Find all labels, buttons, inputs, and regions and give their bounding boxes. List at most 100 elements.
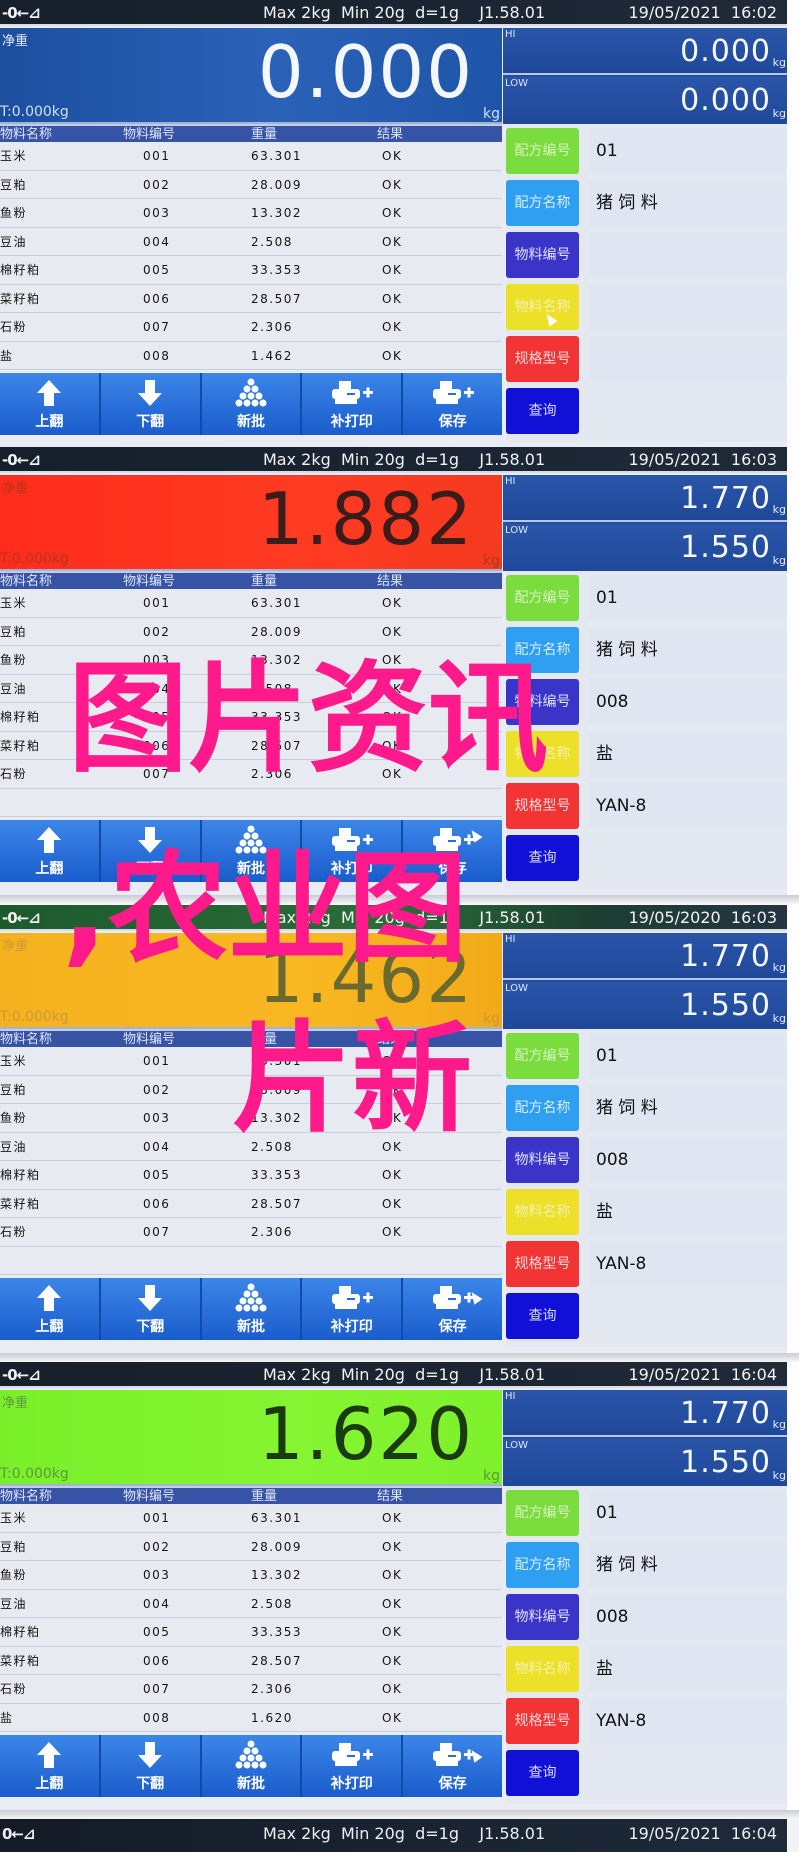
toolbar-button-arrow-up[interactable]: 上翻: [0, 1735, 101, 1797]
table-row[interactable]: [0, 1246, 502, 1275]
toolbar-button-save-print[interactable]: 保存: [403, 1278, 502, 1340]
table-row[interactable]: 豆油 004 2.508 OK: [0, 227, 502, 256]
side-value-field[interactable]: 盐: [590, 731, 785, 777]
table-row[interactable]: 玉米 001 63.301 OK: [0, 142, 502, 171]
table-row[interactable]: 鱼粉 003 13.302 OK: [0, 646, 502, 675]
side-value-field[interactable]: 008: [590, 1137, 785, 1183]
table-row[interactable]: 豆油 004 2.508 OK: [0, 674, 502, 703]
side-button[interactable]: 物料名称: [506, 284, 579, 330]
side-button[interactable]: 配方编号: [506, 575, 579, 621]
table-row[interactable]: 菜籽粕 006 28.507 OK: [0, 284, 502, 313]
toolbar-button-print[interactable]: 补打印: [302, 1735, 404, 1797]
table-row[interactable]: 棉籽粕 005 33.353 OK: [0, 1618, 502, 1647]
side-value-field[interactable]: 猪 饲 料: [590, 627, 785, 673]
toolbar-button-arrow-up[interactable]: 上翻: [0, 1278, 101, 1340]
table-row[interactable]: 豆粕 002 28.009 OK: [0, 1075, 502, 1104]
toolbar-button-batch[interactable]: 新批: [201, 1278, 303, 1340]
side-value-field[interactable]: 01: [590, 1490, 785, 1536]
side-button[interactable]: 物料名称: [506, 731, 579, 777]
table-row[interactable]: [0, 788, 502, 817]
table-row[interactable]: 玉米 001 63.301 OK: [0, 589, 502, 618]
side-button[interactable]: 规格型号: [506, 336, 579, 382]
hi-limit[interactable]: HI 1.770 kg: [503, 475, 787, 522]
low-limit[interactable]: LOW 0.000 kg: [503, 77, 787, 124]
toolbar-button-arrow-down[interactable]: 下翻: [100, 820, 202, 882]
side-value-field[interactable]: 008: [590, 679, 785, 725]
side-value-field[interactable]: 猪 饲 料: [590, 1085, 785, 1131]
side-button[interactable]: 查询: [506, 835, 579, 881]
side-button[interactable]: 配方编号: [506, 1490, 579, 1536]
toolbar-button-print[interactable]: 补打印: [302, 373, 404, 435]
side-button[interactable]: 配方编号: [506, 128, 579, 174]
table-row[interactable]: 鱼粉 003 13.302 OK: [0, 1561, 502, 1590]
table-row[interactable]: 豆油 004 2.508 OK: [0, 1589, 502, 1618]
side-button[interactable]: 物料编号: [506, 232, 579, 278]
side-button[interactable]: 规格型号: [506, 1241, 579, 1287]
side-value-field[interactable]: 008: [590, 1594, 785, 1640]
table-row[interactable]: 盐 008 1.462 OK: [0, 341, 502, 370]
table-row[interactable]: 菜籽粕 006 28.507 OK: [0, 731, 502, 760]
side-value-field[interactable]: 盐: [590, 1189, 785, 1235]
table-row[interactable]: 石粉 007 2.306 OK: [0, 1218, 502, 1247]
side-button[interactable]: 物料编号: [506, 679, 579, 725]
side-button[interactable]: 规格型号: [506, 1698, 579, 1744]
toolbar-button-print[interactable]: 补打印: [302, 820, 404, 882]
low-limit[interactable]: LOW 1.550 kg: [503, 982, 787, 1029]
toolbar-button-print[interactable]: 补打印: [302, 1278, 404, 1340]
side-value-field[interactable]: 01: [590, 128, 785, 174]
side-value-field[interactable]: [590, 232, 785, 278]
table-row[interactable]: 鱼粉 003 13.302 OK: [0, 1104, 502, 1133]
side-value-field[interactable]: 盐: [590, 1646, 785, 1692]
toolbar-button-arrow-up[interactable]: 上翻: [0, 373, 101, 435]
toolbar-button-batch[interactable]: 新批: [201, 820, 303, 882]
hi-limit[interactable]: HI 1.770 kg: [503, 1390, 787, 1437]
side-value-field[interactable]: [590, 284, 785, 330]
table-row[interactable]: 石粉 007 2.306 OK: [0, 1675, 502, 1704]
low-limit[interactable]: LOW 1.550 kg: [503, 1439, 787, 1486]
side-button[interactable]: 查询: [506, 388, 579, 434]
toolbar-button-arrow-down[interactable]: 下翻: [100, 373, 202, 435]
table-row[interactable]: 豆粕 002 28.009 OK: [0, 617, 502, 646]
table-row[interactable]: 菜籽粕 006 28.507 OK: [0, 1646, 502, 1675]
side-button[interactable]: 配方名称: [506, 1542, 579, 1588]
side-button[interactable]: 物料编号: [506, 1137, 579, 1183]
table-row[interactable]: 棉籽粕 005 33.353 OK: [0, 256, 502, 285]
side-value-field[interactable]: 猪 饲 料: [590, 1542, 785, 1588]
side-value-field[interactable]: 01: [590, 1033, 785, 1079]
side-value-field[interactable]: YAN-8: [590, 1698, 785, 1744]
side-value-field[interactable]: 猪 饲 料: [590, 180, 785, 226]
toolbar-button-save-print[interactable]: 保存: [403, 1735, 502, 1797]
toolbar-button-arrow-down[interactable]: 下翻: [100, 1735, 202, 1797]
side-button[interactable]: 配方名称: [506, 180, 579, 226]
side-button[interactable]: 配方名称: [506, 1085, 579, 1131]
table-row[interactable]: 盐 008 1.620 OK: [0, 1703, 502, 1732]
hi-limit[interactable]: HI 0.000 kg: [503, 28, 787, 75]
table-row[interactable]: 石粉 007 2.306 OK: [0, 313, 502, 342]
table-row[interactable]: 玉米 001 63.301 OK: [0, 1504, 502, 1533]
side-button[interactable]: 物料名称: [506, 1189, 579, 1235]
toolbar-button-save-print[interactable]: 保存: [403, 373, 502, 435]
table-row[interactable]: 石粉 007 2.306 OK: [0, 760, 502, 789]
side-button[interactable]: 物料编号: [506, 1594, 579, 1640]
side-button[interactable]: 配方编号: [506, 1033, 579, 1079]
toolbar-button-arrow-up[interactable]: 上翻: [0, 820, 101, 882]
table-row[interactable]: 棉籽粕 005 33.353 OK: [0, 703, 502, 732]
side-button[interactable]: 查询: [506, 1293, 579, 1339]
side-value-field[interactable]: YAN-8: [590, 783, 785, 829]
side-button[interactable]: 查询: [506, 1750, 579, 1796]
side-button[interactable]: 配方名称: [506, 627, 579, 673]
table-row[interactable]: 棉籽粕 005 33.353 OK: [0, 1161, 502, 1190]
low-limit[interactable]: LOW 1.550 kg: [503, 524, 787, 571]
table-row[interactable]: 豆油 004 2.508 OK: [0, 1132, 502, 1161]
toolbar-button-arrow-down[interactable]: 下翻: [100, 1278, 202, 1340]
table-row[interactable]: 豆粕 002 28.009 OK: [0, 1532, 502, 1561]
side-button[interactable]: 规格型号: [506, 783, 579, 829]
hi-limit[interactable]: HI 1.770 kg: [503, 933, 787, 980]
table-row[interactable]: 菜籽粕 006 28.507 OK: [0, 1189, 502, 1218]
side-value-field[interactable]: YAN-8: [590, 1241, 785, 1287]
table-row[interactable]: 鱼粉 003 13.302 OK: [0, 199, 502, 228]
toolbar-button-batch[interactable]: 新批: [201, 373, 303, 435]
table-row[interactable]: 豆粕 002 28.009 OK: [0, 170, 502, 199]
side-value-field[interactable]: 01: [590, 575, 785, 621]
table-row[interactable]: 玉米 001 63.301 OK: [0, 1047, 502, 1076]
